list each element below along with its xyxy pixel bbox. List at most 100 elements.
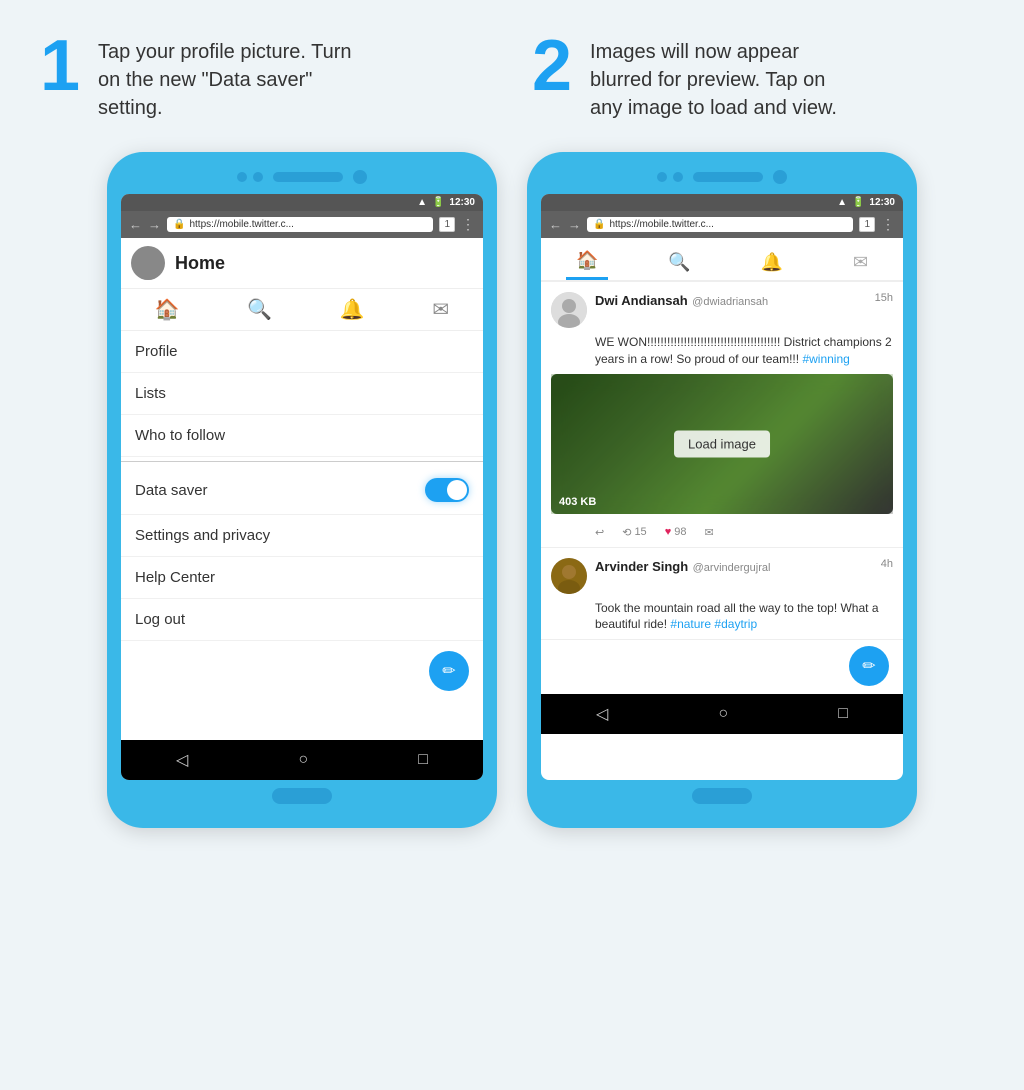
menu-item-lists[interactable]: Lists bbox=[121, 373, 483, 415]
tweet-2: Arvinder Singh @arvindergujral 4h Took t… bbox=[541, 548, 903, 641]
back-button[interactable]: ← bbox=[129, 217, 142, 232]
url-bar[interactable]: 🔒 https://mobile.twitter.c... bbox=[167, 217, 433, 232]
tab-messages[interactable]: ✉ bbox=[843, 248, 878, 279]
signal-icon-2: ▲ bbox=[837, 197, 847, 208]
tweet-1: Dwi Andiansah @dwiadriansah 15h WE WON!!… bbox=[541, 282, 903, 548]
tweet-2-meta: Arvinder Singh @arvindergujral bbox=[595, 558, 873, 576]
phone-1: ▲ 🔋 12:30 ← → 🔒 https://mobile.twitter.c… bbox=[107, 152, 497, 828]
url-bar-2[interactable]: 🔒 https://mobile.twitter.c... bbox=[587, 217, 853, 232]
recents-android-button[interactable]: □ bbox=[418, 751, 428, 769]
forward-button[interactable]: → bbox=[148, 217, 161, 232]
tab-search[interactable]: 🔍 bbox=[658, 248, 700, 279]
messages-icon[interactable]: ✉ bbox=[432, 297, 449, 322]
tweet-1-name: Dwi Andiansah bbox=[595, 293, 688, 308]
phone-2-status-bar: ▲ 🔋 12:30 bbox=[541, 194, 903, 211]
more-button-2[interactable]: ⋮ bbox=[881, 216, 895, 233]
image-size: 403 KB bbox=[559, 496, 596, 508]
tweet-2-hashtags[interactable]: #nature #daytrip bbox=[670, 617, 757, 631]
menu-item-who-to-follow[interactable]: Who to follow bbox=[121, 415, 483, 457]
phone-1-content: Home 🏠 🔍 🔔 ✉ Profile Lists bbox=[121, 238, 483, 738]
home-title: Home bbox=[175, 253, 225, 274]
phone-1-speaker bbox=[273, 172, 343, 182]
tweet-1-hashtag[interactable]: #winning bbox=[802, 352, 849, 366]
compose-button-2[interactable]: ✏ bbox=[849, 646, 889, 686]
twitter-nav-icons[interactable]: 🏠 🔍 🔔 ✉ bbox=[121, 289, 483, 331]
menu-item-profile[interactable]: Profile bbox=[121, 331, 483, 373]
phone-dot-3 bbox=[657, 172, 667, 182]
notifications-icon[interactable]: 🔔 bbox=[340, 297, 365, 322]
like-button[interactable]: ♥ 98 bbox=[665, 526, 687, 538]
back-button-2[interactable]: ← bbox=[549, 217, 562, 232]
status-time: 12:30 bbox=[449, 197, 475, 208]
share-button[interactable]: ✉ bbox=[704, 526, 713, 539]
phone-1-nav-bar[interactable]: ← → 🔒 https://mobile.twitter.c... 1 ⋮ bbox=[121, 211, 483, 238]
recents-android-button-2[interactable]: □ bbox=[838, 705, 848, 723]
menu-item-settings[interactable]: Settings and privacy bbox=[121, 515, 483, 557]
phone-1-dots bbox=[237, 172, 263, 182]
home-icon[interactable]: 🏠 bbox=[155, 297, 180, 322]
tweet-1-body: WE WON!!!!!!!!!!!!!!!!!!!!!!!!!!!!!!!!!!… bbox=[551, 334, 893, 368]
step-1-number: 1 bbox=[40, 30, 80, 102]
forward-button-2[interactable]: → bbox=[568, 217, 581, 232]
search-icon[interactable]: 🔍 bbox=[247, 297, 272, 322]
lock-icon-2: 🔒 bbox=[593, 219, 605, 230]
phone-dot-2 bbox=[253, 172, 263, 182]
menu-list: Profile Lists Who to follow Data saver bbox=[121, 331, 483, 641]
phone-2-screen: ▲ 🔋 12:30 ← → 🔒 https://mobile.twitter.c… bbox=[541, 194, 903, 780]
tweet-1-meta: Dwi Andiansah @dwiadriansah bbox=[595, 292, 867, 310]
tweet-1-handle: @dwiadriansah bbox=[692, 296, 768, 308]
tab-count[interactable]: 1 bbox=[439, 217, 455, 232]
phone-1-camera bbox=[353, 170, 367, 184]
phone-1-bottom-nav: ◁ ○ □ bbox=[121, 740, 483, 780]
tweet-2-time: 4h bbox=[881, 558, 893, 570]
menu-item-logout[interactable]: Log out bbox=[121, 599, 483, 641]
tweet-1-image[interactable]: Load image 403 KB bbox=[551, 374, 893, 514]
tweet-1-time: 15h bbox=[875, 292, 893, 304]
load-image-button[interactable]: Load image bbox=[674, 430, 770, 457]
tab-notifications[interactable]: 🔔 bbox=[751, 248, 793, 279]
battery-icon: 🔋 bbox=[432, 197, 444, 208]
url-text: https://mobile.twitter.c... bbox=[189, 219, 427, 230]
menu-item-data-saver[interactable]: Data saver bbox=[121, 466, 483, 515]
tweet-1-avatar bbox=[551, 292, 587, 328]
profile-avatar[interactable] bbox=[131, 246, 165, 280]
phone-1-home-button[interactable] bbox=[272, 788, 332, 804]
phone-2-speaker bbox=[693, 172, 763, 182]
menu-separator bbox=[121, 461, 483, 462]
home-android-button[interactable]: ○ bbox=[298, 751, 308, 769]
signal-icon: ▲ bbox=[417, 197, 427, 208]
step-2-text: Images will now appear blurred for previ… bbox=[590, 30, 850, 122]
tweet-1-actions: ↩ ⟲ 15 ♥ 98 ✉ bbox=[551, 522, 893, 547]
menu-item-help[interactable]: Help Center bbox=[121, 557, 483, 599]
tweet-1-header: Dwi Andiansah @dwiadriansah 15h bbox=[551, 292, 893, 328]
more-button[interactable]: ⋮ bbox=[461, 216, 475, 233]
phone-dot-4 bbox=[673, 172, 683, 182]
tweet-2-header: Arvinder Singh @arvindergujral 4h bbox=[551, 558, 893, 594]
back-android-button-2[interactable]: ◁ bbox=[596, 704, 608, 724]
step-1-text: Tap your profile picture. Turn on the ne… bbox=[98, 30, 358, 122]
retweet-button[interactable]: ⟲ 15 bbox=[622, 526, 646, 539]
phone-2-camera bbox=[773, 170, 787, 184]
compose-button[interactable]: ✏ bbox=[429, 651, 469, 691]
tab-count-2[interactable]: 1 bbox=[859, 217, 875, 232]
tweet-2-name: Arvinder Singh bbox=[595, 559, 688, 574]
home-android-button-2[interactable]: ○ bbox=[718, 705, 728, 723]
tweet-2-avatar bbox=[551, 558, 587, 594]
phone-2-home-button[interactable] bbox=[692, 788, 752, 804]
phone-2-nav-bar[interactable]: ← → 🔒 https://mobile.twitter.c... 1 ⋮ bbox=[541, 211, 903, 238]
url-text-2: https://mobile.twitter.c... bbox=[609, 219, 847, 230]
twitter-tabs[interactable]: 🏠 🔍 🔔 ✉ bbox=[541, 238, 903, 282]
tab-home[interactable]: 🏠 bbox=[566, 246, 608, 280]
steps-container: 1 Tap your profile picture. Turn on the … bbox=[20, 30, 1004, 122]
lock-icon: 🔒 bbox=[173, 219, 185, 230]
step-2-number: 2 bbox=[532, 30, 572, 102]
reply-button[interactable]: ↩ bbox=[595, 526, 604, 539]
phone-1-top-bar bbox=[121, 170, 483, 184]
toggle-knob bbox=[447, 480, 467, 500]
phone-2-top-bar bbox=[541, 170, 903, 184]
phone-2-bottom-nav: ◁ ○ □ bbox=[541, 694, 903, 734]
twitter-header: Home bbox=[121, 238, 483, 289]
data-saver-toggle[interactable] bbox=[425, 478, 469, 502]
battery-icon-2: 🔋 bbox=[852, 197, 864, 208]
back-android-button[interactable]: ◁ bbox=[176, 750, 188, 770]
